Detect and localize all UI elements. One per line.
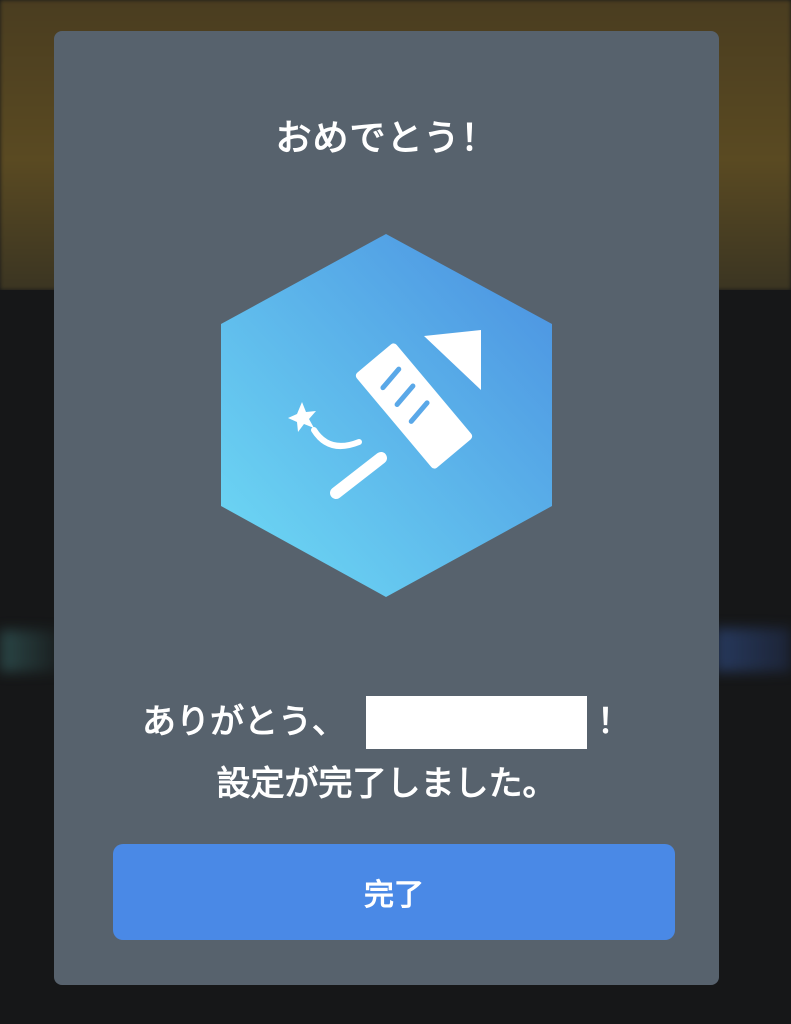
done-button[interactable]: 完了 xyxy=(113,844,675,940)
dialog-title: おめでとう！ xyxy=(275,118,498,159)
thanks-line: ありがとう、 ！ xyxy=(54,691,719,753)
rocket-firework-icon xyxy=(219,234,554,597)
exclaim-text: ！ xyxy=(597,702,631,742)
user-name-redacted xyxy=(366,695,587,749)
setup-complete-text: 設定が完了しました。 xyxy=(216,764,557,804)
background-stripe-left xyxy=(0,630,60,672)
completion-message: ありがとう、 ！ 設定が完了しました。 xyxy=(54,691,719,815)
thanks-text: ありがとう、 xyxy=(142,702,346,742)
background-stripe-right xyxy=(715,628,791,672)
congratulations-dialog: おめでとう！ ありがとう、 ！ 設定が完了しました。 完了 xyxy=(54,31,719,985)
